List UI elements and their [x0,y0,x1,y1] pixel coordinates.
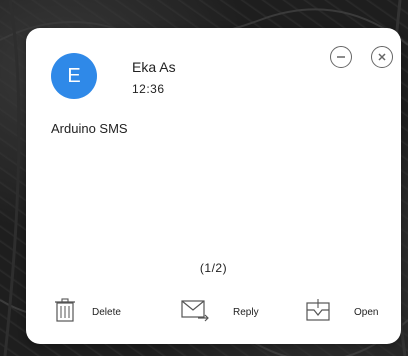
sender-name: Eka As [132,59,176,75]
reply-label: Reply [233,306,259,318]
minimize-icon [335,51,347,63]
message-time: 12:36 [132,82,165,96]
open-inbox-icon [306,298,330,327]
message-body: Arduino SMS [51,121,128,136]
avatar-letter: E [67,64,81,87]
reply-envelope-icon [181,298,211,327]
trash-icon [54,297,76,327]
avatar: E [51,53,97,99]
page-indicator: (1/2) [199,261,228,275]
reply-button[interactable]: Reply [181,296,259,328]
delete-label: Delete [92,306,121,318]
close-button[interactable] [371,46,393,68]
open-button[interactable]: Open [306,296,378,328]
close-icon [376,51,388,63]
sms-notification-card: E Eka As 12:36 Arduino SMS (1/2) Delete [26,28,401,344]
minimize-button[interactable] [330,46,352,68]
open-label: Open [354,306,379,318]
delete-button[interactable]: Delete [54,296,121,328]
